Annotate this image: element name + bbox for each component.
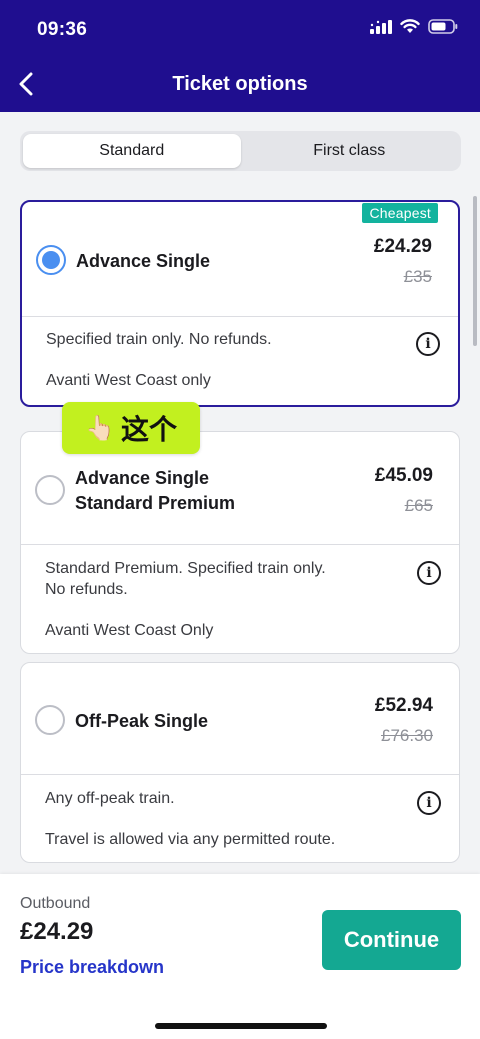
- ticket-name: Off-Peak Single: [75, 711, 209, 731]
- price-breakdown-link[interactable]: Price breakdown: [20, 957, 164, 978]
- ticket-card-advance-single-standard-premium[interactable]: Advance Single Standard Premium £45.09 £…: [20, 431, 460, 654]
- pointing-hand-icon: 👆🏻: [85, 414, 115, 442]
- sticker-text: 这个: [120, 413, 177, 446]
- tab-first-class[interactable]: First class: [241, 134, 459, 168]
- status-bar: 09:36: [0, 0, 480, 60]
- ticket-operator: Avanti West Coast Only: [45, 622, 214, 639]
- annotation-sticker: 👆🏻 这个: [62, 402, 200, 454]
- tab-standard[interactable]: Standard: [23, 134, 241, 168]
- ticket-original-price: £65: [404, 496, 433, 515]
- ticket-description: Specified train only. No refunds.: [46, 331, 272, 348]
- cellular-signal-icon: [370, 19, 392, 34]
- ticket-card-advance-single[interactable]: Cheapest Advance Single £24.29 £35 Speci…: [20, 200, 460, 407]
- info-icon: i: [426, 565, 432, 581]
- ticket-operator: Travel is allowed via any permitted rout…: [45, 831, 336, 848]
- ticket-description-line1: Standard Premium. Specified train only.: [45, 560, 326, 577]
- home-indicator[interactable]: [155, 1023, 327, 1029]
- fare-class-toggle: Standard First class: [20, 131, 461, 171]
- page-title: Ticket options: [172, 73, 308, 95]
- ticket-radio[interactable]: [35, 705, 65, 735]
- info-button[interactable]: i: [416, 332, 440, 356]
- ticket-header: Off-Peak Single £52.94 £76.30: [21, 663, 459, 775]
- outbound-price: £24.29: [20, 918, 94, 945]
- battery-icon: [428, 19, 458, 34]
- ticket-header: Cheapest Advance Single £24.29 £35: [22, 202, 458, 317]
- info-button[interactable]: i: [417, 561, 441, 585]
- ticket-name: Advance Single: [76, 251, 211, 271]
- checkout-footer: Outbound £24.29 Price breakdown Continue: [0, 874, 480, 1039]
- ticket-card-off-peak-single[interactable]: Off-Peak Single £52.94 £76.30 Any off-pe…: [20, 662, 460, 863]
- ticket-description: Any off-peak train.: [45, 790, 175, 807]
- ticket-radio[interactable]: [35, 475, 65, 505]
- info-icon: i: [425, 336, 431, 352]
- info-button[interactable]: i: [417, 791, 441, 815]
- ticket-price: £45.09: [374, 465, 433, 486]
- ticket-operator: Avanti West Coast only: [46, 372, 211, 389]
- wifi-icon: [400, 19, 420, 33]
- ticket-price: £52.94: [374, 695, 433, 716]
- info-icon: i: [426, 795, 432, 811]
- outbound-label: Outbound: [20, 895, 91, 912]
- cheapest-badge: Cheapest: [362, 203, 438, 223]
- ticket-radio-selected[interactable]: [36, 245, 66, 275]
- scrollbar[interactable]: [473, 196, 477, 346]
- ticket-original-price: £76.30: [381, 726, 433, 745]
- ticket-price: £24.29: [373, 236, 432, 257]
- app-header: 09:36 Ticket options: [0, 0, 480, 112]
- ticket-name-line1: Advance Single: [75, 468, 210, 488]
- status-icons: [370, 19, 458, 34]
- continue-button[interactable]: Continue: [322, 910, 461, 970]
- status-time: 09:36: [37, 19, 88, 40]
- ticket-name-line2: Standard Premium: [75, 493, 236, 513]
- ticket-original-price: £35: [403, 267, 432, 286]
- ticket-description-line2: No refunds.: [45, 581, 128, 598]
